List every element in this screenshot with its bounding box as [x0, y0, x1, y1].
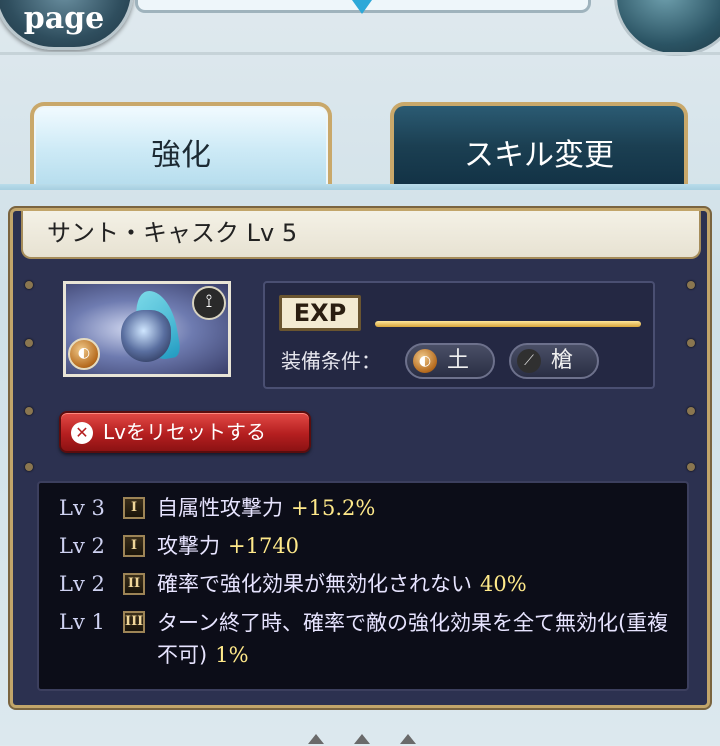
rivet-decoration — [25, 407, 33, 415]
skill-level: Lv 2 — [59, 572, 105, 596]
up-arrow-icon — [308, 734, 324, 744]
equip-condition-label: 装備条件： — [281, 349, 381, 373]
condition-element-pill: ◐ 土 — [405, 343, 495, 379]
page-button-label: page — [23, 1, 105, 36]
earth-element-icon: ◐ — [413, 349, 437, 373]
skill-value: +1740 — [228, 534, 300, 558]
skill-level: Lv 3 — [59, 496, 105, 520]
earth-element-icon: ◐ — [68, 338, 100, 370]
skill-rank-badge: II — [123, 573, 145, 595]
page-button[interactable]: page — [0, 0, 134, 50]
top-bar: page — [0, 0, 720, 62]
weapon-title: サント・キャスク Lv 5 — [47, 219, 298, 247]
exp-info-box: EXP 装備条件： ◐ 土 ⟋ 槍 — [263, 281, 655, 389]
condition-weapon-type-text: 槍 — [551, 348, 574, 373]
tab-skill-change-label: スキル変更 — [464, 138, 614, 173]
rivet-decoration — [687, 281, 695, 289]
skill-rank-badge: I — [123, 535, 145, 557]
rivet-decoration — [687, 407, 695, 415]
rivet-decoration — [25, 339, 33, 347]
weapon-panel: サント・キャスク Lv 5 ⟟ ◐ EXP 装備条件： ◐ 土 ⟋ 槍 ✕ Lv… — [10, 208, 710, 708]
skill-value: +15.2% — [291, 496, 376, 520]
spear-icon: ⟟ — [192, 286, 226, 320]
spear-icon: ⟋ — [517, 349, 541, 373]
tab-underline — [0, 184, 720, 190]
rivet-decoration — [25, 281, 33, 289]
skill-row: Lv 2 I 攻撃力 +1740 — [39, 527, 687, 565]
condition-element-text: 土 — [447, 348, 470, 373]
skill-list: Lv 3 I 自属性攻撃力 +15.2% Lv 2 I 攻撃力 +1740 Lv 2… — [37, 481, 689, 691]
skill-row: Lv 3 I 自属性攻撃力 +15.2% — [39, 489, 687, 527]
rivet-decoration — [687, 463, 695, 471]
down-arrow-icon[interactable] — [352, 0, 372, 14]
skill-name-wrap: 確率で強化効果が無効化されない 40% — [157, 565, 527, 603]
skill-rank-badge: III — [123, 611, 145, 633]
tab-skill-change[interactable]: スキル変更 — [390, 102, 688, 186]
weapon-title-bar: サント・キャスク Lv 5 — [21, 211, 701, 259]
skill-name-wrap: 攻撃力 +1740 — [157, 527, 299, 565]
skill-level: Lv 2 — [59, 534, 105, 558]
skill-name: 確率で強化効果が無効化されない — [157, 572, 472, 596]
up-arrow-icon — [354, 734, 370, 744]
condition-weapon-type-pill: ⟋ 槍 — [509, 343, 599, 379]
rivet-decoration — [25, 463, 33, 471]
rivet-decoration — [687, 339, 695, 347]
skill-name: 攻撃力 — [157, 534, 220, 558]
top-divider — [0, 52, 720, 55]
skill-value: 1% — [215, 643, 249, 667]
exp-label: EXP — [279, 295, 361, 331]
round-menu-icon[interactable] — [614, 0, 720, 56]
skill-name-wrap: ターン終了時、確率で敵の強化効果を全て無効化(重複不可) 1% — [157, 607, 677, 671]
skill-row: Lv 1 III ターン終了時、確率で敵の強化効果を全て無効化(重複不可) 1% — [39, 603, 687, 673]
reset-level-button[interactable]: ✕ Lvをリセットする — [59, 411, 311, 453]
close-icon: ✕ — [71, 422, 93, 444]
skill-rank-badge: I — [123, 497, 145, 519]
exp-progress-bar — [375, 321, 641, 327]
weapon-thumbnail[interactable]: ⟟ ◐ — [63, 281, 231, 377]
up-arrow-icon — [400, 734, 416, 744]
skill-row: Lv 2 II 確率で強化効果が無効化されない 40% — [39, 565, 687, 603]
tab-enhance-label: 強化 — [151, 138, 211, 173]
bottom-decoration — [300, 728, 430, 746]
tab-enhance[interactable]: 強化 — [30, 102, 332, 186]
weapon-helmet-art — [121, 310, 171, 362]
skill-name-wrap: 自属性攻撃力 +15.2% — [157, 489, 375, 527]
reset-level-label: Lvをリセットする — [103, 420, 266, 444]
skill-level: Lv 1 — [59, 610, 105, 634]
skill-name: 自属性攻撃力 — [157, 496, 283, 520]
skill-value: 40% — [480, 572, 527, 596]
